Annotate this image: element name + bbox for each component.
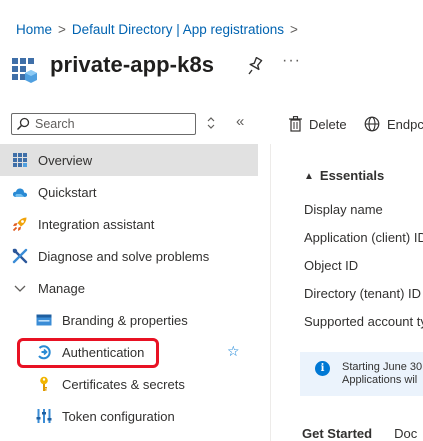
sort-icon[interactable] bbox=[206, 115, 216, 131]
field-label: Object ID bbox=[304, 258, 359, 273]
sidebar-group-label: Manage bbox=[38, 281, 85, 296]
sidebar-item-label: Overview bbox=[38, 153, 93, 168]
sidebar-divider bbox=[270, 144, 271, 441]
pin-icon[interactable] bbox=[247, 57, 263, 75]
sidebar-item-integration-assistant[interactable]: Integration assistant bbox=[0, 208, 258, 240]
field-label: Display name bbox=[304, 202, 383, 217]
grid-icon bbox=[13, 153, 27, 167]
globe-icon bbox=[364, 116, 380, 132]
search-icon bbox=[16, 117, 30, 131]
breadcrumb-home-link[interactable]: Home bbox=[16, 22, 52, 37]
rocket-icon bbox=[12, 217, 27, 232]
endpoints-button[interactable]: Endpc bbox=[364, 113, 423, 135]
delete-label: Delete bbox=[309, 116, 347, 132]
breadcrumb-app-registrations-link[interactable]: Default Directory | App registrations bbox=[72, 22, 284, 37]
essentials-fields: Display name Application (client) ID Obj… bbox=[304, 200, 423, 340]
authentication-icon bbox=[38, 345, 51, 360]
favorite-star-icon[interactable]: ☆ bbox=[227, 343, 240, 360]
sidebar-item-label: Diagnose and solve problems bbox=[38, 249, 210, 264]
sidebar-item-label: Certificates & secrets bbox=[62, 377, 185, 392]
sidebar-item-quickstart[interactable]: Quickstart bbox=[0, 176, 258, 208]
sidebar-group-manage[interactable]: Manage bbox=[0, 272, 258, 304]
tools-icon bbox=[12, 248, 28, 264]
essentials-title: Essentials bbox=[319, 168, 385, 183]
key-icon bbox=[40, 376, 48, 391]
collapse-sidebar-icon[interactable]: « bbox=[236, 113, 244, 130]
cloud-icon bbox=[12, 188, 28, 197]
tab-documentation[interactable]: Doc bbox=[394, 426, 417, 441]
page-header: private-app-k8s ··· bbox=[12, 52, 423, 86]
branding-icon bbox=[36, 314, 52, 326]
delete-button[interactable]: Delete bbox=[289, 113, 347, 135]
info-text-line1: Starting June 30 bbox=[342, 361, 423, 373]
content-tabs: Get Started Doc bbox=[302, 426, 423, 441]
sidebar-nav: Overview Quickstart Integration assistan… bbox=[0, 144, 258, 432]
endpoints-label: Endpc bbox=[387, 116, 423, 132]
search-input[interactable]: Search bbox=[11, 113, 196, 135]
sidebar-item-diagnose[interactable]: Diagnose and solve problems bbox=[0, 240, 258, 272]
chevron-up-icon: ▲ bbox=[304, 171, 314, 182]
trash-icon bbox=[289, 116, 302, 132]
breadcrumb: Home > Default Directory | App registratio… bbox=[16, 22, 304, 37]
sidebar-item-token-configuration[interactable]: Token configuration bbox=[0, 400, 258, 432]
field-label: Supported account ty bbox=[304, 314, 423, 329]
sidebar-item-authentication[interactable]: Authentication ☆ bbox=[0, 336, 258, 368]
sidebar-item-label: Quickstart bbox=[38, 185, 97, 200]
tab-get-started[interactable]: Get Started bbox=[302, 426, 372, 441]
field-label: Directory (tenant) ID bbox=[304, 286, 422, 301]
sidebar-item-label: Integration assistant bbox=[38, 217, 155, 232]
sidebar-item-label: Authentication bbox=[62, 345, 145, 360]
token-icon bbox=[36, 409, 52, 423]
more-options-icon[interactable]: ··· bbox=[282, 52, 301, 70]
sidebar-item-label: Token configuration bbox=[62, 409, 175, 424]
info-icon: i bbox=[315, 361, 330, 376]
page-title: private-app-k8s bbox=[50, 52, 215, 77]
info-text-line2: Applications wil bbox=[342, 374, 418, 386]
essentials-toggle[interactable]: ▲ Essentials bbox=[304, 168, 384, 183]
sidebar-item-overview[interactable]: Overview bbox=[0, 144, 258, 176]
info-banner: i Starting June 30 Applications wil bbox=[300, 352, 423, 396]
sidebar-item-label: Branding & properties bbox=[62, 313, 188, 328]
app-registration-icon bbox=[12, 58, 37, 83]
sidebar-item-certificates[interactable]: Certificates & secrets bbox=[0, 368, 258, 400]
breadcrumb-separator: > bbox=[58, 22, 66, 37]
chevron-down-icon bbox=[14, 285, 26, 292]
breadcrumb-separator: > bbox=[290, 22, 298, 37]
sidebar-item-branding[interactable]: Branding & properties bbox=[0, 304, 258, 336]
field-label: Application (client) ID bbox=[304, 230, 423, 245]
search-placeholder: Search bbox=[35, 117, 75, 131]
